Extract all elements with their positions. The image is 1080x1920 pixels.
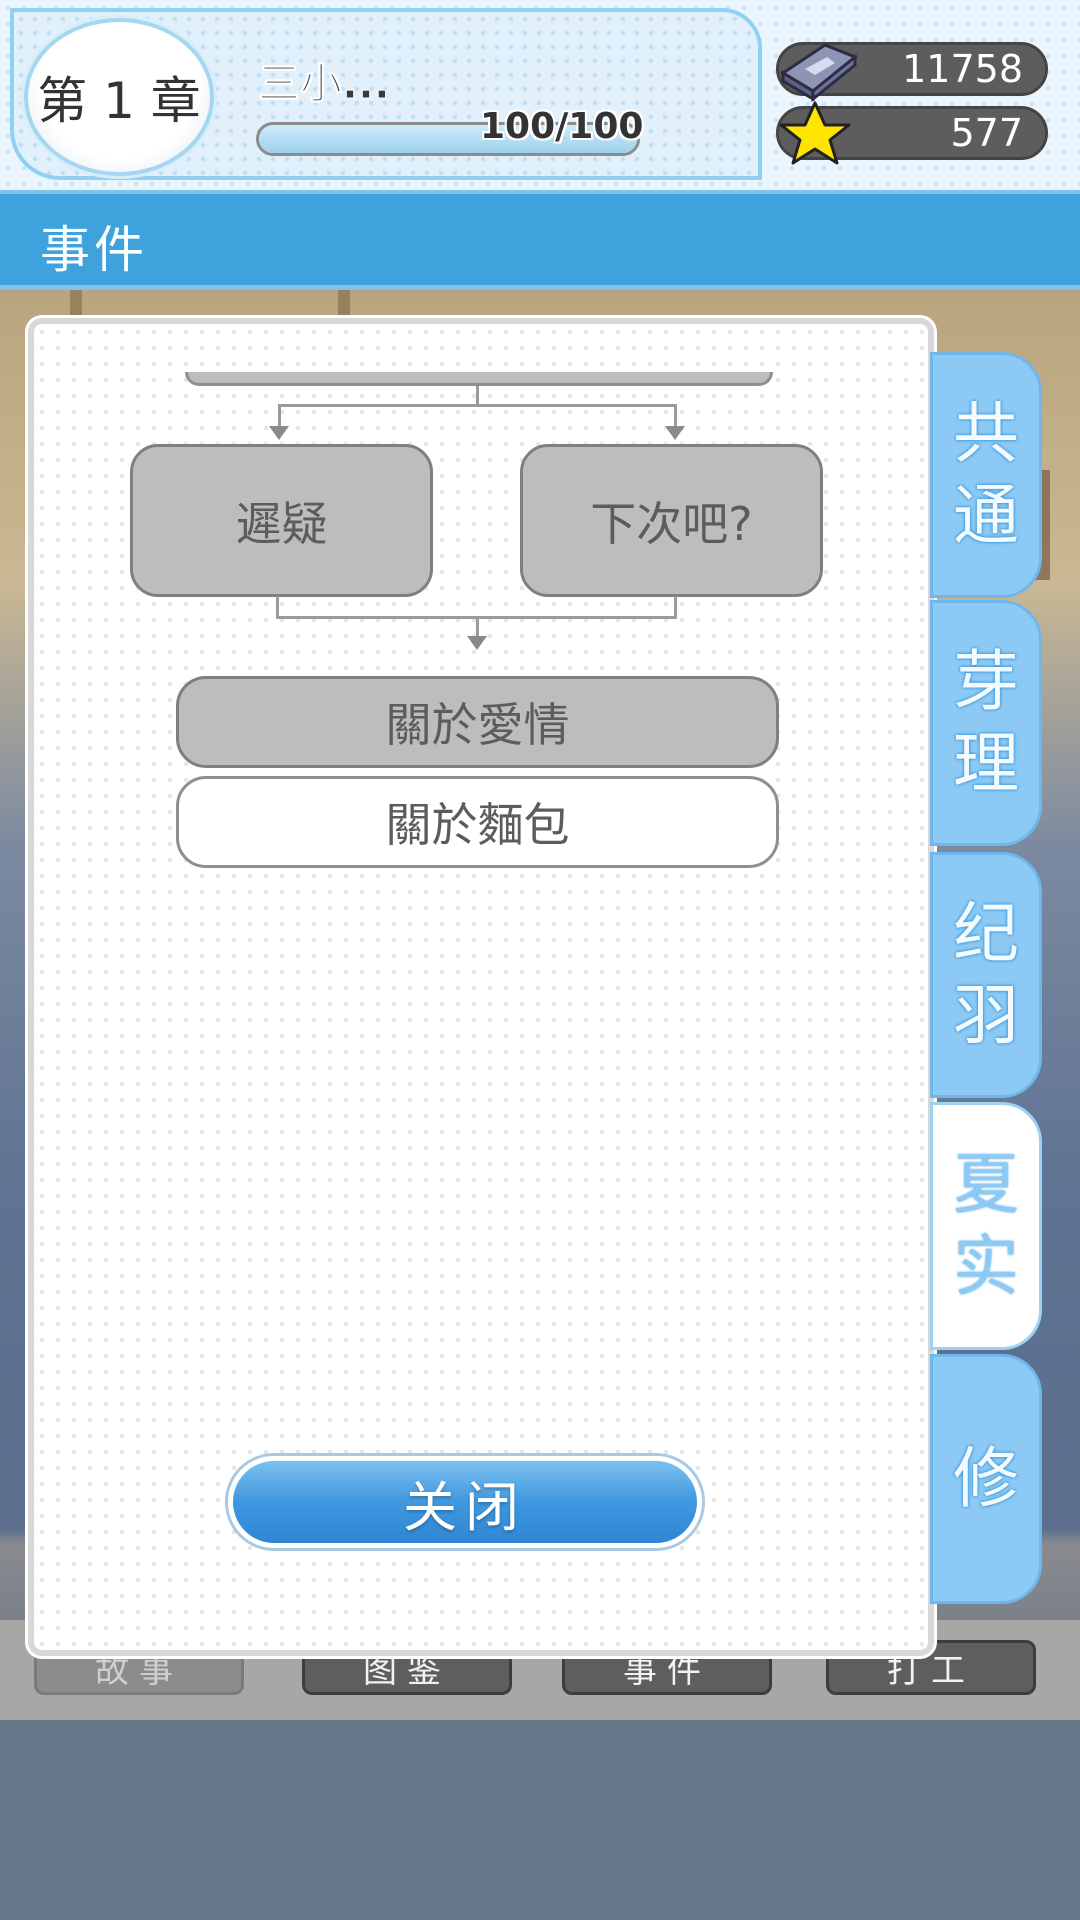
flow-connector xyxy=(278,404,281,428)
star-icon xyxy=(779,101,851,165)
tab-natsumi-char: 夏 xyxy=(953,1145,1019,1223)
event-node-about-love[interactable]: 關於愛情 xyxy=(176,676,779,768)
flow-connector xyxy=(476,616,479,638)
tab-common-char: 通 xyxy=(953,477,1019,554)
flow-connector xyxy=(674,596,677,618)
bottom-band xyxy=(0,1722,1080,1920)
story-title: 三小... xyxy=(258,59,391,109)
tab-common[interactable]: 共 通 xyxy=(930,352,1042,598)
event-node-above xyxy=(185,372,773,386)
currency-star[interactable]: 577 xyxy=(776,101,1048,165)
tab-natsumi-char: 实 xyxy=(953,1228,1019,1305)
tab-kiwa[interactable]: 纪 羽 xyxy=(930,852,1042,1098)
tab-kiwa-char: 纪 xyxy=(953,894,1019,972)
event-node-about-bread[interactable]: 關於麵包 xyxy=(176,776,779,868)
flow-connector xyxy=(276,596,279,618)
tab-common-char: 共 xyxy=(953,394,1019,472)
tab-mari-char: 理 xyxy=(953,725,1019,802)
tab-osamu-char: 修 xyxy=(953,1439,1019,1517)
book-gem-icon xyxy=(780,43,858,103)
tab-mari-char: 芽 xyxy=(953,642,1019,720)
flow-connector xyxy=(674,404,677,428)
choice-node-hesitate[interactable]: 遲疑 xyxy=(130,444,433,597)
flow-arrow-icon xyxy=(467,636,487,650)
tab-osamu[interactable]: 修 xyxy=(930,1354,1042,1604)
tab-natsumi[interactable]: 夏 实 xyxy=(930,1102,1042,1350)
top-header: 第 1 章 三小... 100/100 11758 577 xyxy=(0,0,1080,190)
flow-connector xyxy=(476,386,479,406)
currency-gem[interactable]: 11758 xyxy=(776,42,1048,103)
flow-connector xyxy=(278,404,677,407)
tab-mari[interactable]: 芽 理 xyxy=(930,600,1042,846)
flow-arrow-icon xyxy=(269,426,289,440)
flow-arrow-icon xyxy=(665,426,685,440)
close-button[interactable]: 关闭 xyxy=(228,1456,702,1548)
choice-node-next-time[interactable]: 下次吧? xyxy=(520,444,823,597)
currency-gem-value: 11758 xyxy=(902,47,1023,91)
story-progress-text: 100/100 xyxy=(480,106,644,147)
currency-star-value: 577 xyxy=(950,111,1023,155)
section-title: 事件 xyxy=(40,221,148,279)
section-bar: 事件 xyxy=(0,190,1080,290)
tab-kiwa-char: 羽 xyxy=(953,977,1019,1054)
chapter-badge[interactable]: 第 1 章 xyxy=(24,18,214,176)
